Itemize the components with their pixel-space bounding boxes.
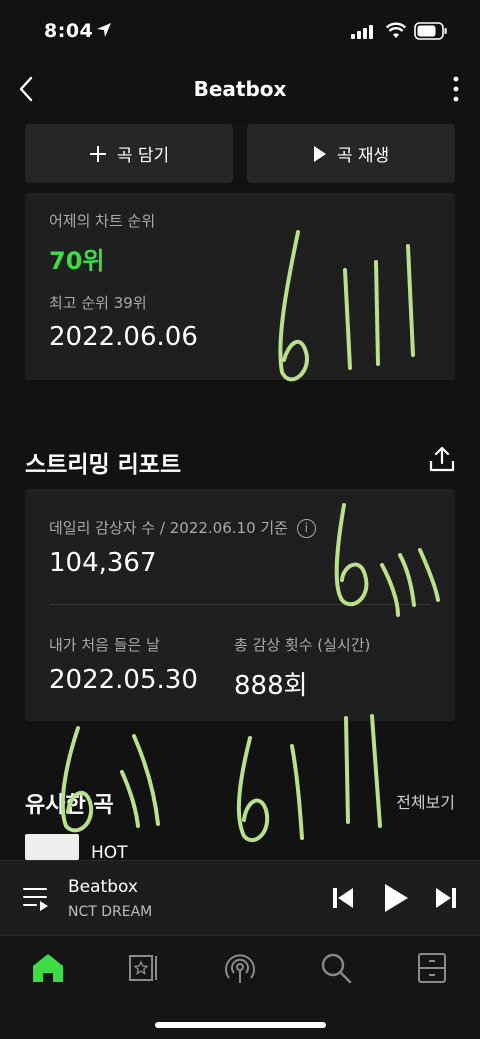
divider bbox=[50, 604, 430, 605]
best-rank-label: 최고 순위 39위 bbox=[49, 294, 147, 312]
daily-listeners-label: 데일리 감상자 수 / 2022.06.10 기준 i bbox=[49, 517, 316, 538]
first-listen-label: 내가 처음 들은 날 bbox=[49, 636, 160, 654]
daily-listeners-label-text: 데일리 감상자 수 / 2022.06.10 기준 bbox=[49, 519, 288, 537]
add-song-button[interactable]: 곡 담기 bbox=[25, 124, 233, 183]
nav-bar: Beatbox bbox=[0, 62, 480, 118]
info-icon[interactable]: i bbox=[296, 519, 316, 538]
play-icon bbox=[313, 145, 326, 162]
page-title: Beatbox bbox=[193, 77, 287, 101]
previous-track-icon[interactable] bbox=[332, 887, 354, 909]
player-song-title: Beatbox bbox=[68, 877, 138, 897]
more-options-icon[interactable] bbox=[450, 74, 462, 104]
similar-songs-title: 유사한 곡 bbox=[25, 793, 114, 818]
play-pause-icon[interactable] bbox=[383, 883, 409, 913]
tab-home[interactable] bbox=[28, 948, 68, 988]
total-plays-label: 총 감상 횟수 (실시간) bbox=[234, 636, 371, 654]
streaming-report-card: 데일리 감상자 수 / 2022.06.10 기준 i 104,367 내가 처… bbox=[25, 489, 455, 721]
tab-storage[interactable] bbox=[412, 948, 452, 988]
home-icon bbox=[33, 954, 63, 982]
daily-listeners-value: 104,367 bbox=[49, 548, 157, 578]
search-icon bbox=[321, 953, 352, 984]
home-indicator bbox=[155, 1022, 326, 1028]
first-listen-value: 2022.05.30 bbox=[49, 665, 198, 695]
play-song-button[interactable]: 곡 재생 bbox=[247, 124, 455, 183]
wifi-icon bbox=[386, 22, 406, 38]
total-plays-value: 888회 bbox=[234, 671, 308, 701]
mini-player[interactable]: Beatbox NCT DREAM bbox=[0, 860, 480, 935]
yesterday-rank-value: 70위 bbox=[49, 247, 105, 275]
play-song-label: 곡 재생 bbox=[336, 146, 390, 166]
see-all-link[interactable]: 전체보기 bbox=[396, 789, 455, 813]
drawer-icon bbox=[418, 953, 446, 983]
battery-icon bbox=[414, 22, 447, 40]
chart-rank-card: 어제의 차트 순위 70위 최고 순위 39위 2022.06.06 bbox=[25, 193, 455, 380]
share-icon[interactable] bbox=[428, 445, 456, 473]
tab-library[interactable] bbox=[124, 948, 164, 988]
yesterday-rank-label: 어제의 차트 순위 bbox=[49, 212, 156, 230]
podcast-icon bbox=[225, 954, 255, 983]
player-artist: NCT DREAM bbox=[68, 904, 153, 920]
status-bar: 8:04 bbox=[0, 0, 480, 62]
plus-icon bbox=[89, 145, 106, 162]
tab-podcast[interactable] bbox=[220, 948, 260, 988]
add-song-label: 곡 담기 bbox=[116, 146, 170, 166]
playlist-icon[interactable] bbox=[22, 885, 50, 911]
library-star-icon bbox=[129, 955, 157, 981]
tab-search[interactable] bbox=[316, 948, 356, 988]
next-track-icon[interactable] bbox=[435, 887, 457, 909]
location-arrow-icon bbox=[97, 23, 111, 37]
cellular-signal-icon bbox=[351, 25, 373, 39]
album-thumbnail[interactable] bbox=[25, 834, 79, 860]
status-time: 8:04 bbox=[44, 20, 94, 42]
streaming-report-title: 스트리밍 리포트 bbox=[25, 452, 182, 478]
best-rank-date: 2022.06.06 bbox=[49, 322, 198, 352]
